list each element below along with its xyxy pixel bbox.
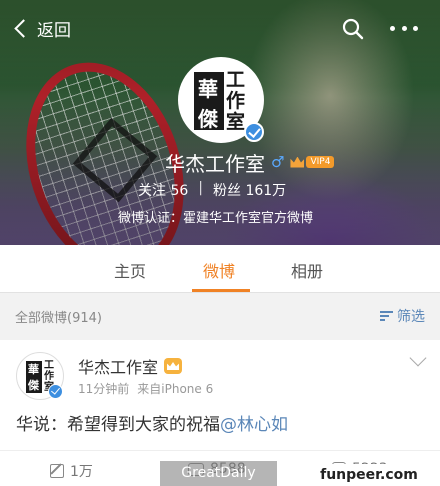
logo-char-2: 傑 xyxy=(198,107,218,131)
filter-label: 筛选 xyxy=(397,309,425,325)
profile-header: 返回 華 傑 工作室 华杰工作室 ♂ VIP4 关注 56 | 粉丝 161万 … xyxy=(0,0,440,245)
studio-logo: 華 傑 工作室 xyxy=(194,70,252,133)
tab-home[interactable]: 主页 xyxy=(114,258,146,282)
post-text: 华说：希望得到大家的祝福@林心如 xyxy=(16,415,288,435)
post-source: 来自iPhone 6 xyxy=(137,382,214,396)
chevron-down-icon[interactable] xyxy=(409,349,427,367)
watermark-greatdaily: GreatDaily xyxy=(160,461,277,486)
logo-char-1: 華 xyxy=(198,77,218,101)
post-author-row: 华杰工作室 xyxy=(78,354,183,378)
male-gender-icon: ♂ xyxy=(271,153,285,171)
vip-crown-icon xyxy=(164,358,183,374)
watermark-funpeer: funpeer.com xyxy=(319,464,419,486)
post-mention[interactable]: @林心如 xyxy=(220,415,288,435)
post-time: 11分钟前 xyxy=(78,382,130,396)
chevron-left-icon xyxy=(14,19,33,38)
following-stat[interactable]: 关注 56 xyxy=(138,180,188,200)
back-label: 返回 xyxy=(37,21,71,41)
more-icon[interactable] xyxy=(390,26,418,34)
back-button[interactable]: 返回 xyxy=(12,16,71,41)
profile-name: 华杰工作室 xyxy=(165,151,265,176)
repost-count: 1万 xyxy=(70,464,93,480)
profile-name-row: 华杰工作室 ♂ VIP4 xyxy=(165,150,335,176)
filter-icon xyxy=(380,311,393,321)
repost-icon xyxy=(50,464,64,478)
vip-badge[interactable]: VIP4 xyxy=(290,156,335,168)
post-meta: 11分钟前 来自iPhone 6 xyxy=(78,380,213,397)
profile-stats: 关注 56 | 粉丝 161万 xyxy=(138,180,286,200)
stats-divider: | xyxy=(198,180,203,196)
filter-button[interactable]: 筛选 xyxy=(380,306,425,326)
post-author-name[interactable]: 华杰工作室 xyxy=(78,354,158,378)
top-bar: 返回 xyxy=(0,0,440,56)
search-icon[interactable] xyxy=(342,18,364,40)
verified-badge-icon xyxy=(244,122,264,142)
profile-tabs: 主页 微博 相册 xyxy=(0,245,440,293)
active-tab-indicator xyxy=(192,289,250,292)
tab-weibo[interactable]: 微博 xyxy=(203,258,235,282)
verification-text: 微博认证：霍建华工作室官方微博 xyxy=(118,211,314,226)
crown-icon xyxy=(290,156,305,168)
repost-button[interactable]: 1万 xyxy=(50,461,93,481)
all-posts-count: 全部微博(914) xyxy=(15,311,102,326)
filter-bar: 全部微博(914) 筛选 xyxy=(0,293,440,337)
vip-level: VIP4 xyxy=(306,156,335,168)
post-verified-badge-icon xyxy=(48,384,63,399)
followers-stat[interactable]: 粉丝 161万 xyxy=(213,180,286,200)
tab-album[interactable]: 相册 xyxy=(291,258,323,282)
